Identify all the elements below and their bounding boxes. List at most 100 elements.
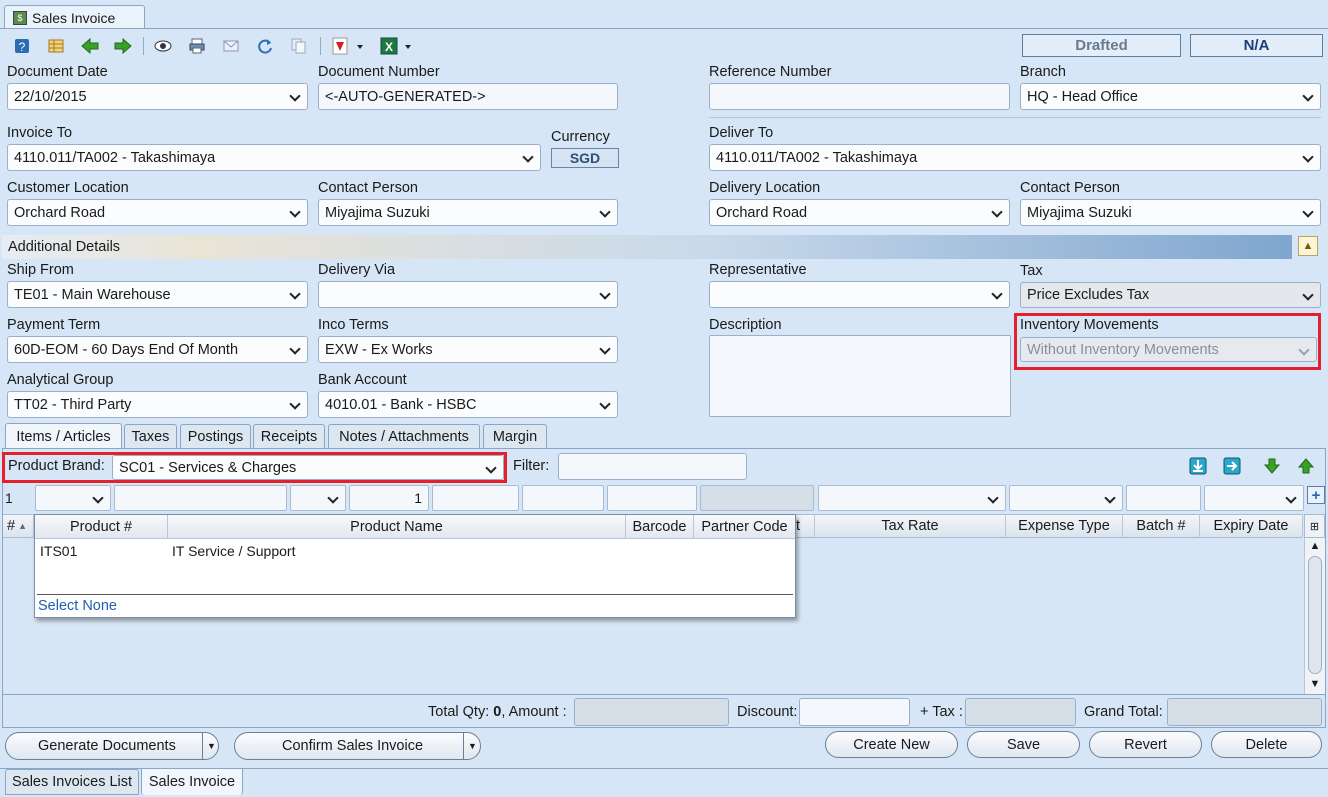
back-arrow-icon[interactable] <box>80 36 100 56</box>
document-number-field[interactable]: <-AUTO-GENERATED-> <box>318 83 618 110</box>
discount-field[interactable] <box>799 698 910 726</box>
popup-col-partner-code[interactable]: Partner Code <box>694 515 795 539</box>
expense-type-cell[interactable] <box>1009 485 1123 511</box>
ship-from-label: Ship From <box>7 262 74 278</box>
payment-term-select[interactable]: 60D-EOM - 60 Days End Of Month <box>7 336 308 363</box>
discount-cell[interactable] <box>522 485 604 511</box>
tab-sales-invoice[interactable]: $ Sales Invoice <box>4 5 145 29</box>
copy-icon[interactable] <box>289 36 309 56</box>
preview-eye-icon[interactable] <box>153 36 173 56</box>
description-textarea[interactable] <box>709 335 1011 417</box>
product-name-cell[interactable] <box>114 485 287 511</box>
delivery-via-select[interactable] <box>318 281 618 308</box>
document-icon: $ <box>13 10 27 25</box>
refresh-icon[interactable] <box>255 36 275 56</box>
batch-cell[interactable] <box>1126 485 1201 511</box>
select-none-link[interactable]: Select None <box>38 598 117 614</box>
reference-number-field[interactable] <box>709 83 1010 110</box>
svg-text:?: ? <box>19 40 26 54</box>
popup-col-barcode[interactable]: Barcode <box>626 515 694 539</box>
column-header-batch[interactable]: Batch # <box>1123 514 1200 538</box>
generate-documents-button[interactable]: Generate Documents ▼ <box>5 732 219 760</box>
column-header-expense-type[interactable]: Expense Type <box>1006 514 1123 538</box>
customer-location-label: Customer Location <box>7 180 129 196</box>
invoice-to-select[interactable]: 4110.011/TA002 - Takashimaya <box>7 144 541 171</box>
create-new-button[interactable]: Create New <box>825 731 958 758</box>
product-dropdown-cell[interactable] <box>35 485 111 511</box>
delete-button[interactable]: Delete <box>1211 731 1322 758</box>
discount-amount-cell[interactable] <box>607 485 697 511</box>
document-date-field[interactable]: 22/10/2015 <box>7 83 308 110</box>
help-icon[interactable]: ? <box>12 36 32 56</box>
column-chooser-icon[interactable]: ⊞ <box>1304 514 1325 538</box>
delivery-contact-person-label: Contact Person <box>1020 180 1120 196</box>
chevron-down-icon[interactable]: ▼ <box>463 733 481 759</box>
scroll-up-icon[interactable]: ▲ <box>1305 538 1325 554</box>
filter-input[interactable] <box>558 453 747 480</box>
collapse-icon[interactable]: ▲ <box>1298 236 1318 256</box>
tax-select[interactable]: Price Excludes Tax <box>1020 282 1321 308</box>
tab-postings[interactable]: Postings <box>180 424 251 448</box>
confirm-sales-invoice-button[interactable]: Confirm Sales Invoice ▼ <box>234 732 481 760</box>
customer-location-select[interactable]: Orchard Road <box>7 199 308 226</box>
deliver-to-select[interactable]: 4110.011/TA002 - Takashimaya <box>709 144 1321 171</box>
column-header-amount[interactable]: t <box>796 514 815 538</box>
move-down-icon[interactable] <box>1262 456 1282 476</box>
tax-rate-cell[interactable] <box>818 485 1006 511</box>
tab-taxes[interactable]: Taxes <box>124 424 177 448</box>
popup-row[interactable]: ITS01 IT Service / Support <box>35 543 795 563</box>
contact-person-select[interactable]: Miyajima Suzuki <box>318 199 618 226</box>
tax-total-label: + Tax : <box>920 704 963 720</box>
forward-arrow-icon[interactable] <box>113 36 133 56</box>
move-up-icon[interactable] <box>1296 456 1316 476</box>
delivery-contact-person-select[interactable]: Miyajima Suzuki <box>1020 199 1321 226</box>
tab-notes-attachments[interactable]: Notes / Attachments <box>328 424 480 448</box>
tab-margin[interactable]: Margin <box>483 424 547 448</box>
pdf-export-icon[interactable] <box>330 36 366 56</box>
print-icon[interactable] <box>187 36 207 56</box>
import-icon[interactable] <box>1188 456 1208 476</box>
sort-icon: ▲ <box>18 521 27 531</box>
ship-from-select[interactable]: TE01 - Main Warehouse <box>7 281 308 308</box>
expiry-date-cell[interactable] <box>1204 485 1304 511</box>
delivery-location-select[interactable]: Orchard Road <box>709 199 1010 226</box>
column-header-tax-rate[interactable]: Tax Rate <box>815 514 1006 538</box>
tab-divider <box>0 28 1328 29</box>
tab-title: Sales Invoice <box>32 9 116 26</box>
tab-items-articles[interactable]: Items / Articles <box>5 423 122 449</box>
excel-export-icon[interactable]: X <box>379 36 415 56</box>
column-header-expiry-date[interactable]: Expiry Date <box>1200 514 1303 538</box>
scroll-thumb[interactable] <box>1308 556 1322 674</box>
description-label: Description <box>709 317 782 333</box>
amount-field <box>574 698 729 726</box>
analytical-group-select[interactable]: TT02 - Third Party <box>7 391 308 418</box>
qty-cell[interactable]: 1 <box>349 485 429 511</box>
export-icon[interactable] <box>1222 456 1242 476</box>
additional-details-header[interactable]: Additional Details <box>2 235 1292 259</box>
price-cell[interactable] <box>432 485 519 511</box>
reference-number-label: Reference Number <box>709 64 832 80</box>
uom-cell[interactable] <box>290 485 346 511</box>
branch-select[interactable]: HQ - Head Office <box>1020 83 1321 110</box>
tab-receipts[interactable]: Receipts <box>253 424 325 448</box>
bottom-tab-sales-invoice[interactable]: Sales Invoice <box>141 769 243 795</box>
row-number: 1 <box>5 490 13 506</box>
product-brand-select[interactable]: SC01 - Services & Charges <box>112 455 504 480</box>
popup-col-product-name[interactable]: Product Name <box>168 515 626 539</box>
add-row-icon[interactable]: + <box>1307 486 1325 504</box>
column-header-row-no[interactable]: # ▲ <box>3 514 34 538</box>
scroll-down-icon[interactable]: ▼ <box>1305 676 1325 692</box>
popup-col-product-no[interactable]: Product # <box>35 515 168 539</box>
save-button[interactable]: Save <box>967 731 1080 758</box>
inco-terms-select[interactable]: EXW - Ex Works <box>318 336 618 363</box>
email-icon[interactable] <box>221 36 241 56</box>
bottom-tab-sales-invoices-list[interactable]: Sales Invoices List <box>5 769 139 795</box>
chevron-down-icon[interactable]: ▼ <box>202 733 220 759</box>
revert-button[interactable]: Revert <box>1089 731 1202 758</box>
representative-select[interactable] <box>709 281 1010 308</box>
grid-scrollbar[interactable]: ▲ ▼ <box>1304 538 1325 694</box>
bank-account-select[interactable]: 4010.01 - Bank - HSBC <box>318 391 618 418</box>
popup-divider <box>37 594 793 595</box>
grid-icon[interactable] <box>46 36 66 56</box>
inventory-movements-select[interactable]: Without Inventory Movements <box>1020 337 1317 362</box>
